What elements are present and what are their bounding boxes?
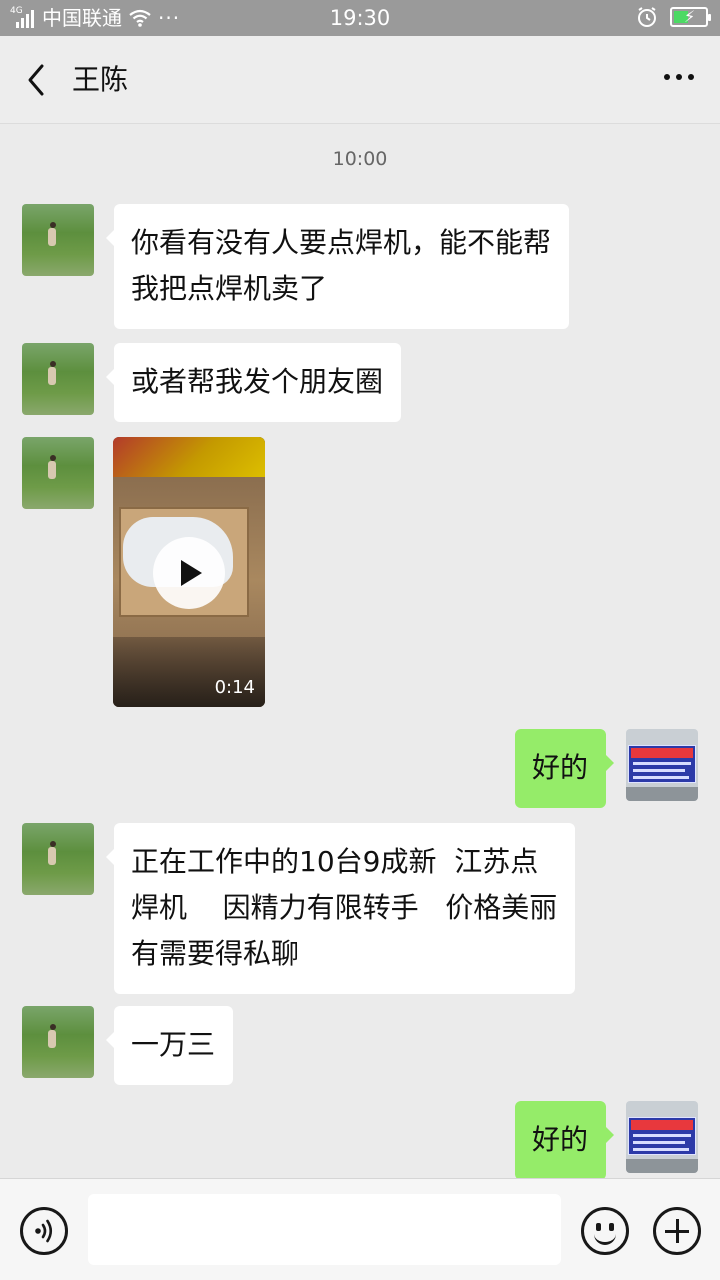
dot-icon <box>664 74 670 80</box>
contact-avatar[interactable] <box>22 437 94 509</box>
contact-avatar[interactable] <box>22 1006 94 1078</box>
message-text: 或者帮我发个朋友圈 <box>131 365 384 398</box>
message-text: 好的 <box>531 1123 588 1156</box>
more-options-button[interactable] <box>664 74 694 80</box>
contact-avatar[interactable] <box>22 204 94 276</box>
voice-icon <box>35 1219 53 1243</box>
voice-input-button[interactable] <box>20 1207 68 1255</box>
battery-icon: ⚡ <box>670 7 711 27</box>
emoji-eye <box>596 1223 601 1231</box>
play-icon[interactable] <box>153 537 225 609</box>
message-text: 你看有没有人要点焊机，能不能帮 我把点焊机卖了 <box>131 226 552 305</box>
back-button[interactable] <box>18 60 58 100</box>
input-bar <box>0 1178 720 1280</box>
message-bubble[interactable]: 一万三 <box>105 1006 234 1085</box>
contact-avatar[interactable] <box>22 343 94 415</box>
contact-avatar[interactable] <box>22 823 94 895</box>
video-message[interactable]: 0:14 <box>113 437 265 707</box>
dot-icon <box>676 74 682 80</box>
self-avatar[interactable] <box>626 1101 698 1173</box>
message-bubble[interactable]: 你看有没有人要点焊机，能不能帮 我把点焊机卖了 <box>105 204 570 329</box>
message-input[interactable] <box>88 1194 561 1265</box>
message-bubble-self[interactable]: 好的 <box>514 1101 615 1180</box>
self-avatar[interactable] <box>626 729 698 801</box>
chevron-left-icon <box>28 64 44 96</box>
emoji-eye <box>609 1223 614 1231</box>
message-bubble[interactable]: 正在工作中的10台9成新 江苏点 焊机 因精力有限转手 价格美丽 有需要得私聊 <box>105 823 576 994</box>
chat-header: 王陈 <box>0 36 720 124</box>
chat-title: 王陈 <box>72 63 129 96</box>
dot-icon <box>688 74 694 80</box>
emoji-mouth <box>594 1234 616 1245</box>
alarm-icon <box>638 7 656 27</box>
add-attachment-button[interactable] <box>653 1207 701 1255</box>
message-bubble[interactable]: 或者帮我发个朋友圈 <box>105 343 402 422</box>
message-text: 好的 <box>531 751 588 784</box>
message-text: 一万三 <box>131 1028 216 1061</box>
message-time-label: 10:00 <box>332 148 388 170</box>
message-bubble-self[interactable]: 好的 <box>514 729 615 808</box>
status-bar: 4G 中国联通 ··· 19:30 ⚡ <box>0 0 720 36</box>
status-time: 19:30 <box>329 6 391 30</box>
emoji-button[interactable] <box>581 1207 629 1255</box>
video-duration: 0:14 <box>214 677 255 698</box>
status-right: ⚡ <box>636 6 711 28</box>
message-text: 正在工作中的10台9成新 江苏点 焊机 因精力有限转手 价格美丽 有需要得私聊 <box>131 845 558 970</box>
